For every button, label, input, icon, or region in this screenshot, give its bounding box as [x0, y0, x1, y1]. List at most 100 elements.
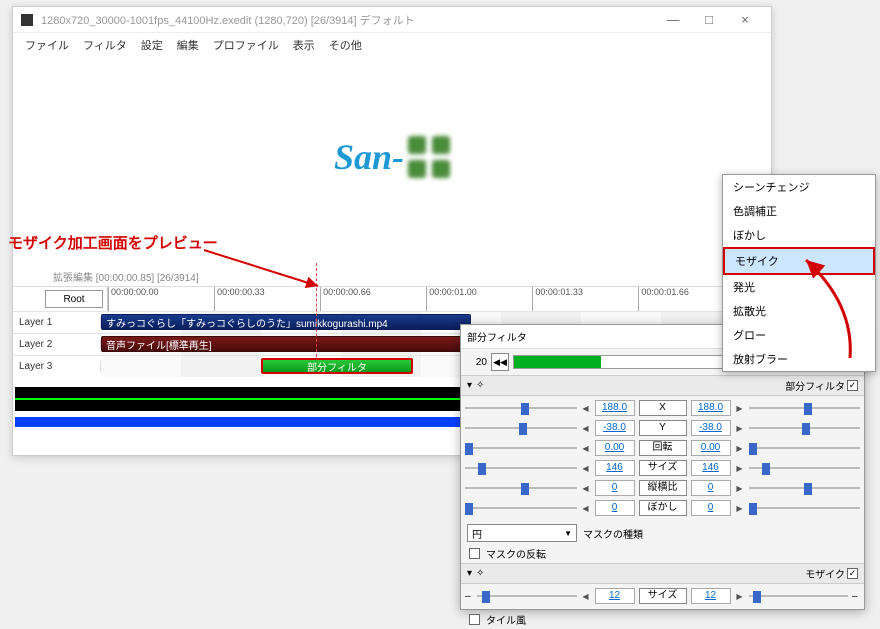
layer-label-1[interactable]: Layer 1 [13, 317, 101, 328]
right-arrow-icon[interactable]: ▶ [735, 444, 745, 453]
menu-filter[interactable]: フィルタ [77, 35, 133, 55]
ruler-tick: 00:00:01.66 [638, 287, 689, 311]
param-value-right[interactable]: -38.0 [691, 420, 731, 436]
param-value-right[interactable]: 146 [691, 460, 731, 476]
param-value-right[interactable]: 0 [691, 500, 731, 516]
frame-progress[interactable] [513, 355, 723, 369]
clip-partial-filter[interactable]: 部分フィルタ [261, 358, 413, 374]
preview-canvas: San- [182, 67, 602, 247]
left-arrow-icon[interactable]: ◀ [581, 484, 591, 493]
mosaic-size-right[interactable]: 12 [691, 588, 731, 604]
param-name-button[interactable]: X [639, 400, 687, 416]
menu-view[interactable]: 表示 [287, 35, 321, 55]
effects-menu: シーンチェンジ 色調補正 ぼかし モザイク 発光 拡散光 グロー 放射ブラー [722, 174, 876, 372]
collapse-icon[interactable]: ▾ [467, 380, 472, 391]
param-name-button[interactable]: サイズ [639, 460, 687, 476]
effect-blur[interactable]: ぼかし [723, 223, 875, 247]
mosaic-size-slider-left[interactable] [477, 588, 577, 604]
param-slider-left[interactable] [465, 480, 577, 496]
maximize-button[interactable]: □ [691, 8, 727, 32]
left-arrow-icon[interactable]: ◀ [581, 424, 591, 433]
right-arrow-icon[interactable]: ▶ [735, 504, 745, 513]
mosaic-size-button[interactable]: サイズ [639, 588, 687, 604]
effect-glow[interactable]: 発光 [723, 275, 875, 299]
right-arrow-icon[interactable]: ▶ [735, 484, 745, 493]
left-arrow-icon[interactable]: ◀ [581, 404, 591, 413]
playhead[interactable] [316, 263, 317, 357]
timeline-root-button[interactable]: Root [45, 290, 103, 308]
param-slider-right[interactable] [749, 400, 861, 416]
right-arrow-icon[interactable]: ▶ [735, 424, 745, 433]
param-slider-left[interactable] [465, 440, 577, 456]
effect-glow2[interactable]: グロー [723, 323, 875, 347]
layer-label-2[interactable]: Layer 2 [13, 339, 101, 350]
effect-mosaic[interactable]: モザイク [723, 247, 875, 275]
param-name-button[interactable]: 回転 [639, 440, 687, 456]
ruler-tick: 00:00:00.33 [214, 287, 265, 311]
collapse-icon[interactable]: ▾ [467, 568, 472, 579]
param-slider-left[interactable] [465, 460, 577, 476]
param-value-left[interactable]: 0 [595, 480, 635, 496]
menubar: ファイル フィルタ 設定 編集 プロファイル 表示 その他 [13, 33, 771, 57]
param-slider-right[interactable] [749, 500, 861, 516]
param-value-left[interactable]: 146 [595, 460, 635, 476]
param-slider-right[interactable] [749, 420, 861, 436]
clip-audio[interactable]: 音声ファイル[標準再生] [101, 336, 471, 352]
effect-colorcorrect[interactable]: 色調補正 [723, 199, 875, 223]
chevron-down-icon: ▼ [564, 529, 572, 538]
section-enable-checkbox[interactable]: ✓ [847, 568, 858, 579]
close-button[interactable]: × [727, 8, 763, 32]
param-name-button[interactable]: ぼかし [639, 500, 687, 516]
param-value-right[interactable]: 0.00 [691, 440, 731, 456]
param-name-button[interactable]: Y [639, 420, 687, 436]
param-value-left[interactable]: 0 [595, 500, 635, 516]
param-value-right[interactable]: 0 [691, 480, 731, 496]
minimize-button[interactable]: — [655, 8, 691, 32]
titlebar: 1280x720_30000-1001fps_44100Hz.exedit (1… [13, 7, 771, 33]
effect-scenechange[interactable]: シーンチェンジ [723, 175, 875, 199]
menu-edit[interactable]: 編集 [171, 35, 205, 55]
timeline-ruler[interactable]: 00:00:00.00 00:00:00.33 00:00:00.66 00:0… [107, 287, 771, 311]
param-name-button[interactable]: 縦横比 [639, 480, 687, 496]
param-value-left[interactable]: 188.0 [595, 400, 635, 416]
menu-other[interactable]: その他 [323, 35, 368, 55]
mask-shape-select[interactable]: 円 ▼ [467, 524, 577, 542]
mask-shape-value: 円 [472, 526, 482, 541]
param-slider-right[interactable] [749, 480, 861, 496]
mosaic-size-slider-right[interactable] [749, 588, 849, 604]
annotation-text: モザイク加工画面をプレビュー [8, 232, 218, 253]
clip-video[interactable]: すみっコぐらし「すみっコぐらしのうた」sumikkogurashi.mp4 [101, 314, 471, 330]
param-value-right[interactable]: 188.0 [691, 400, 731, 416]
right-arrow-icon[interactable]: ▶ [735, 464, 745, 473]
section-menu-icon[interactable]: ✧ [476, 568, 484, 579]
menu-settings[interactable]: 設定 [135, 35, 169, 55]
left-arrow-icon[interactable]: ◀ [581, 464, 591, 473]
param-slider-right[interactable] [749, 460, 861, 476]
window-title: 1280x720_30000-1001fps_44100Hz.exedit (1… [41, 12, 655, 28]
param-value-left[interactable]: 0.00 [595, 440, 635, 456]
mosaic-size-left[interactable]: 12 [595, 588, 635, 604]
section-label-mosaic: モザイク [805, 566, 845, 581]
layer-label-3[interactable]: Layer 3 [13, 361, 101, 372]
param-slider-left[interactable] [465, 420, 577, 436]
effect-diffuse[interactable]: 拡散光 [723, 299, 875, 323]
right-arrow-icon[interactable]: ▶ [735, 592, 745, 601]
param-rows: ◀ 188.0X188.0 ▶ ◀ -38.0Y-38.0 ▶ ◀ 0.00回転0.00 ▶ ◀ 1… [461, 396, 864, 522]
section-enable-checkbox[interactable]: ✓ [847, 380, 858, 391]
param-slider-left[interactable] [465, 400, 577, 416]
left-arrow-icon[interactable]: ◀ [581, 504, 591, 513]
param-slider-right[interactable] [749, 440, 861, 456]
right-arrow-icon[interactable]: ▶ [735, 404, 745, 413]
left-arrow-icon[interactable]: ◀ [581, 592, 591, 601]
menu-file[interactable]: ファイル [19, 35, 75, 55]
param-slider-left[interactable] [465, 500, 577, 516]
param-value-left[interactable]: -38.0 [595, 420, 635, 436]
left-arrow-icon[interactable]: ◀ [581, 444, 591, 453]
mask-invert-checkbox[interactable] [469, 548, 480, 559]
effect-radialblur[interactable]: 放射ブラー [723, 347, 875, 371]
menu-profile[interactable]: プロファイル [207, 35, 285, 55]
frame-prev-fast-button[interactable]: ◀◀ [491, 353, 509, 371]
mask-type-label: マスクの種類 [583, 526, 643, 541]
tile-label: タイル風 [486, 612, 526, 627]
section-menu-icon[interactable]: ✧ [476, 380, 484, 391]
